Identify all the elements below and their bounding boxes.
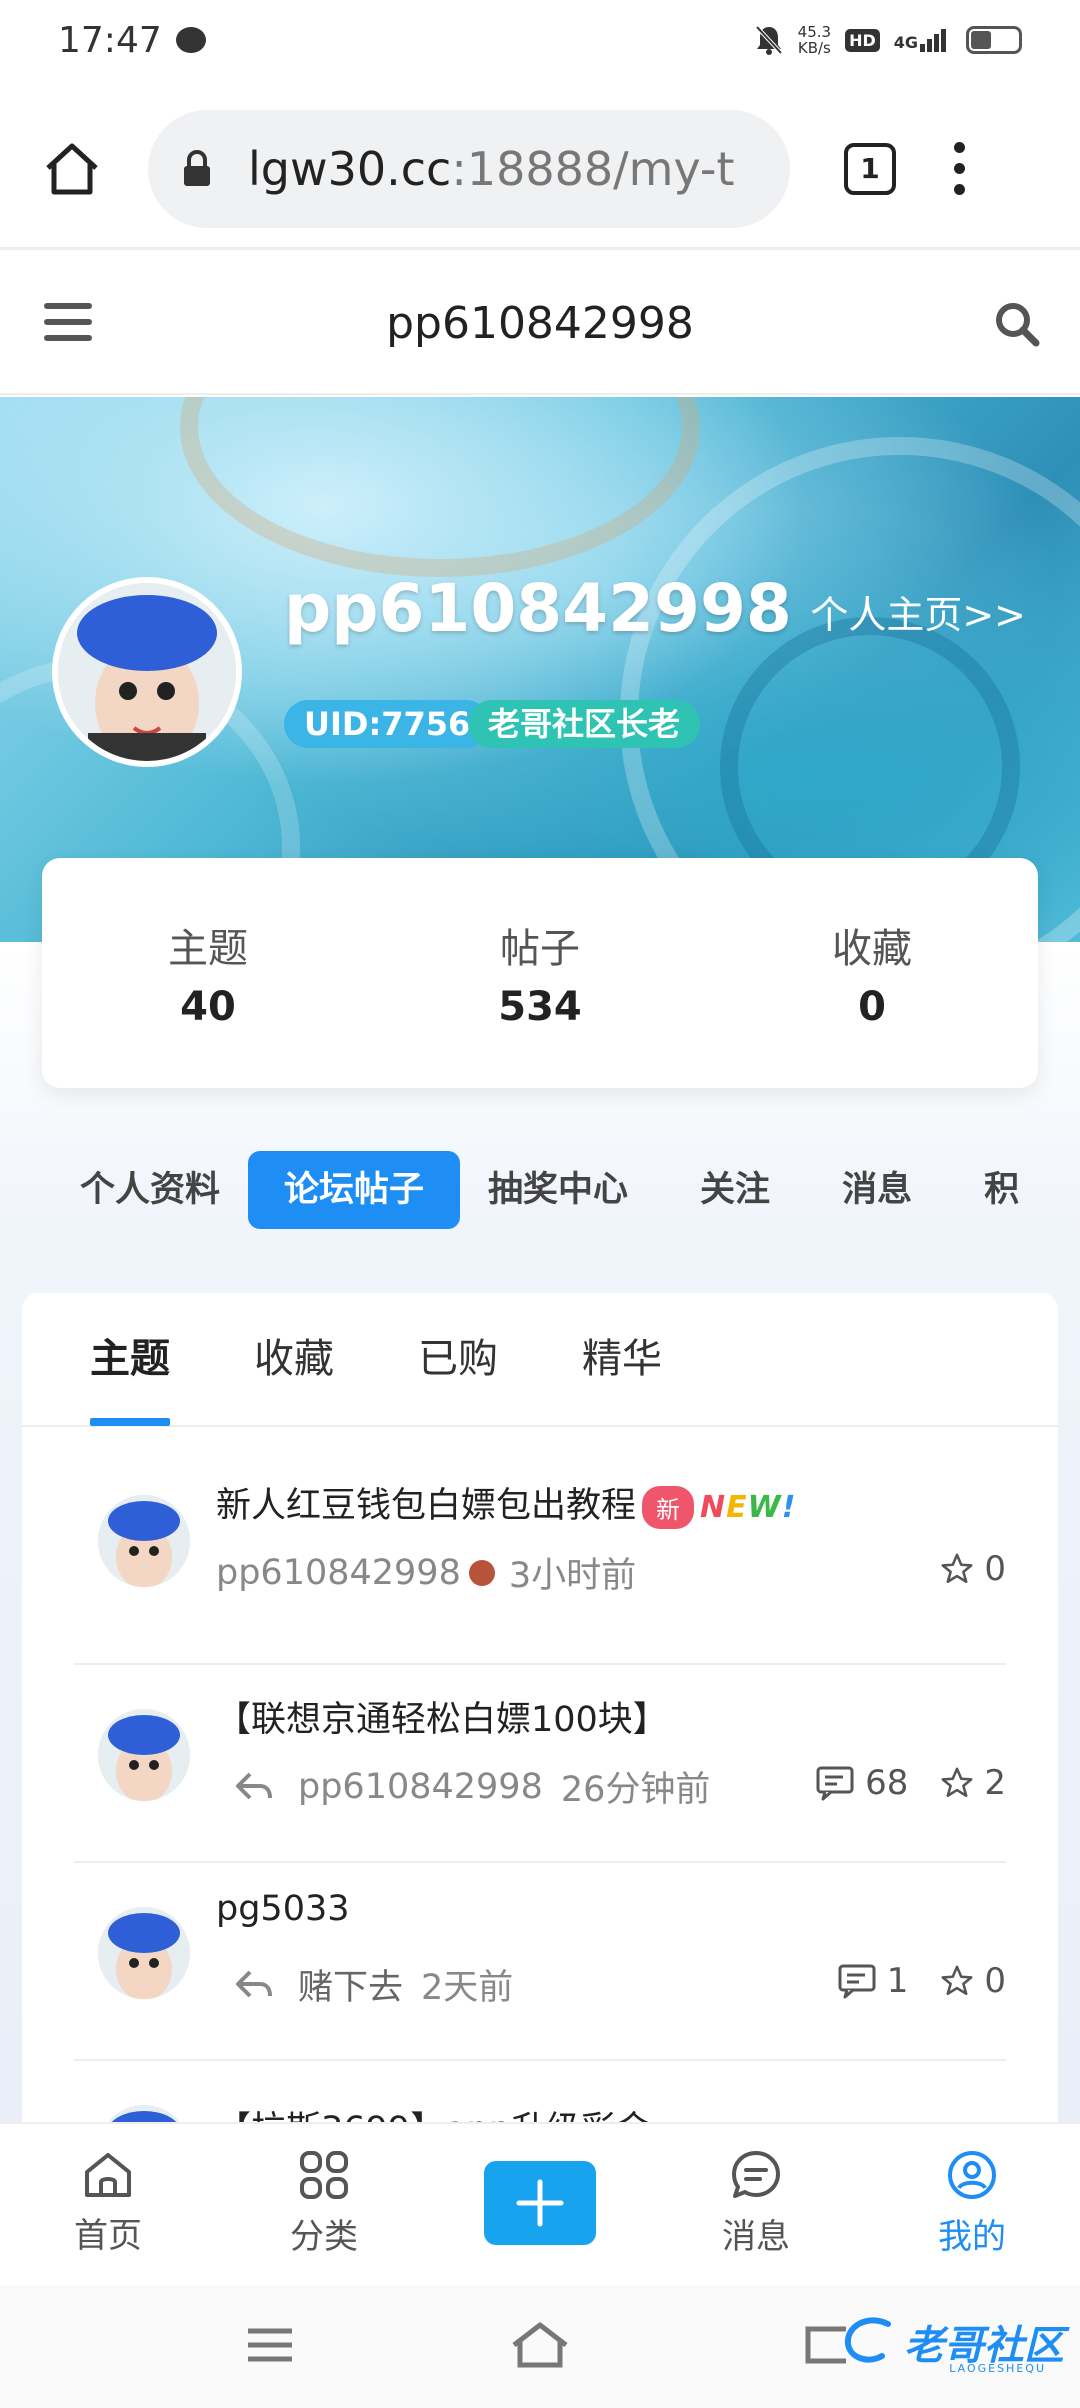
star-count: 2 bbox=[984, 1763, 1006, 1803]
post-stats: 68 2 bbox=[815, 1763, 1006, 1803]
system-home-icon[interactable] bbox=[510, 2321, 570, 2369]
comment-count: 1 bbox=[886, 1961, 909, 2001]
uid-badge: UID:7756 bbox=[284, 700, 491, 748]
sub-tabs: 主题 收藏 已购 精华 bbox=[22, 1293, 1058, 1427]
user-icon bbox=[948, 2150, 996, 2199]
hamburger-menu-icon[interactable] bbox=[44, 303, 92, 341]
watermark-swirl-icon bbox=[844, 2317, 891, 2363]
network-speed: 45.3 KB/s bbox=[797, 23, 832, 57]
nav-follow[interactable]: 关注 bbox=[664, 1151, 806, 1229]
tab-switcher-button[interactable]: 1 bbox=[844, 142, 896, 195]
star-icon[interactable] bbox=[940, 1964, 974, 1998]
profile-nav: 个人资料 论坛帖子 抽奖中心 关注 消息 积 bbox=[0, 1150, 1080, 1230]
clock: 17:47 bbox=[58, 19, 162, 61]
rank-badge: 老哥社区长老 bbox=[468, 700, 701, 748]
star-count: 0 bbox=[984, 1961, 1006, 2001]
stat-posts[interactable]: 帖子 534 bbox=[374, 858, 706, 1088]
comment-count: 68 bbox=[865, 1763, 909, 1803]
comment-icon[interactable] bbox=[837, 1963, 877, 1999]
posts-panel: 主题 收藏 已购 精华 新人红豆钱包白嫖包出教程新 NEW! pp61084299… bbox=[22, 1293, 1058, 2123]
new-badge: 新 bbox=[642, 1485, 695, 1529]
nav-category[interactable]: 分类 bbox=[216, 2124, 432, 2282]
post-title[interactable]: pg5033 bbox=[216, 1889, 350, 1929]
tab-purchased[interactable]: 已购 bbox=[418, 1293, 498, 1426]
browser-home-button[interactable] bbox=[40, 137, 104, 201]
tab-featured[interactable]: 精华 bbox=[582, 1293, 662, 1426]
post-stats: 1 0 bbox=[837, 1961, 1006, 2001]
rank-medal-icon bbox=[468, 1559, 495, 1586]
avatar[interactable] bbox=[98, 1709, 190, 1801]
post-author[interactable]: 赌下去 bbox=[298, 1959, 403, 2010]
status-bar: 17:47 45.3 KB/s HD 4G bbox=[0, 0, 1080, 80]
avatar[interactable] bbox=[98, 1495, 190, 1587]
nav-points[interactable]: 积 bbox=[948, 1151, 1055, 1229]
nav-home[interactable]: 首页 bbox=[0, 2124, 216, 2282]
star-count: 0 bbox=[984, 1549, 1006, 1589]
list-item[interactable]: 新人红豆钱包白嫖包出教程新 NEW! pp610842998 3小时前 0 bbox=[74, 1451, 1006, 1665]
post-meta: pp610842998 26分钟前 bbox=[216, 1761, 710, 1812]
address-bar[interactable]: lgw30.cc:18888/my-t bbox=[148, 109, 790, 228]
post-time: 3小时前 bbox=[508, 1556, 637, 1596]
nav-lottery-center[interactable]: 抽奖中心 bbox=[452, 1151, 664, 1229]
avatar[interactable] bbox=[98, 2105, 190, 2123]
nav-post-button[interactable] bbox=[432, 2124, 648, 2282]
avatar[interactable] bbox=[98, 1907, 190, 1999]
post-title[interactable]: 【拉斯3699】app升级彩金 bbox=[216, 2101, 651, 2123]
home-icon bbox=[46, 143, 98, 194]
browser-menu-icon[interactable] bbox=[954, 142, 965, 195]
stat-topics[interactable]: 主题 40 bbox=[42, 858, 374, 1088]
avatar[interactable] bbox=[52, 577, 242, 767]
battery-icon bbox=[966, 26, 1022, 54]
nav-messages[interactable]: 消息 bbox=[648, 2124, 864, 2282]
chat-notification-icon bbox=[175, 27, 206, 53]
list-item[interactable]: pg5033 赌下去 2天前 1 0 bbox=[74, 1863, 1006, 2061]
signal-icon: 4G bbox=[894, 28, 946, 52]
star-icon[interactable] bbox=[940, 1552, 974, 1586]
comment-icon[interactable] bbox=[815, 1765, 855, 1801]
nav-mine[interactable]: 我的 bbox=[864, 2124, 1080, 2282]
reply-icon bbox=[236, 1772, 272, 1799]
message-icon bbox=[732, 2150, 780, 2198]
profile-username: pp610842998 bbox=[284, 570, 792, 647]
reply-icon bbox=[236, 1970, 272, 1997]
site-header: pp610842998 bbox=[0, 253, 1080, 395]
tab-favorites[interactable]: 收藏 bbox=[254, 1293, 334, 1426]
lock-icon bbox=[184, 149, 210, 186]
new-sticker: NEW! bbox=[700, 1489, 797, 1525]
post-author[interactable]: pp610842998 bbox=[298, 1767, 543, 1807]
homepage-link[interactable]: 个人主页>> bbox=[810, 584, 1026, 639]
list-item[interactable]: 【联想京通轻松白嫖100块】 pp610842998 26分钟前 68 2 bbox=[74, 1665, 1006, 1863]
post-meta: pp610842998 3小时前 bbox=[216, 1547, 636, 1598]
post-time: 2天前 bbox=[421, 1968, 514, 2008]
stats-card: 主题 40 帖子 534 收藏 0 bbox=[42, 858, 1038, 1088]
browser-toolbar: lgw30.cc:18888/my-t 1 bbox=[0, 90, 1080, 250]
nav-profile-info[interactable]: 个人资料 bbox=[0, 1151, 256, 1229]
post-meta: 赌下去 2天前 bbox=[216, 1959, 513, 2010]
search-icon[interactable] bbox=[994, 301, 1040, 347]
stat-favorites[interactable]: 收藏 0 bbox=[706, 858, 1038, 1088]
mute-bell-icon bbox=[755, 25, 783, 55]
new-post-button[interactable] bbox=[484, 2161, 596, 2245]
list-item[interactable]: 【拉斯3699】app升级彩金 bbox=[74, 2061, 1006, 2123]
post-stats: 0 bbox=[940, 1549, 1006, 1589]
site-watermark-logo: 老哥社区 LAOGESHEQU bbox=[838, 2312, 1064, 2375]
recent-apps-icon[interactable] bbox=[246, 2325, 294, 2365]
post-title[interactable]: 【联想京通轻松白嫖100块】 bbox=[216, 1691, 668, 1742]
grid-icon bbox=[300, 2150, 348, 2199]
bottom-nav: 首页 分类 消息 我的 bbox=[0, 2122, 1080, 2282]
plus-icon bbox=[516, 2179, 564, 2227]
url-text: lgw30.cc:18888/my-t bbox=[248, 141, 735, 196]
star-icon[interactable] bbox=[940, 1766, 974, 1800]
post-author[interactable]: pp610842998 bbox=[216, 1553, 461, 1593]
hd-icon: HD bbox=[845, 28, 880, 52]
nav-forum-posts[interactable]: 论坛帖子 bbox=[248, 1151, 461, 1229]
page-title: pp610842998 bbox=[386, 297, 694, 349]
post-title[interactable]: 新人红豆钱包白嫖包出教程新 NEW! bbox=[216, 1477, 796, 1529]
nav-messages[interactable]: 消息 bbox=[806, 1151, 948, 1229]
tab-topics[interactable]: 主题 bbox=[90, 1293, 170, 1426]
home-icon bbox=[85, 2152, 131, 2197]
post-time: 26分钟前 bbox=[560, 1770, 711, 1810]
